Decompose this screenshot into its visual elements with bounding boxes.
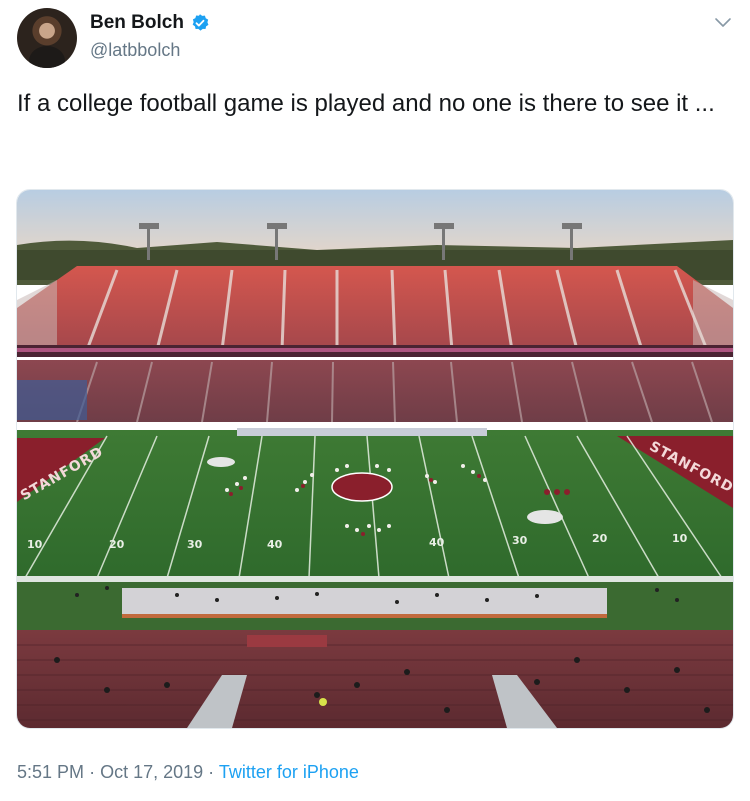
field-number: 10 [672,532,688,545]
tweet-photo[interactable]: 10 20 30 40 40 30 20 10 STANFORD STANFOR… [16,189,734,729]
tweet-source-link[interactable]: Twitter for iPhone [219,762,359,782]
meta-separator: · [208,762,215,782]
stadium-photo-illustration: 10 20 30 40 40 30 20 10 STANFORD STANFOR… [17,190,733,728]
avatar[interactable] [17,8,77,68]
author-handle[interactable]: @latbbolch [90,40,180,61]
chevron-down-icon[interactable] [713,12,733,32]
meta-separator: · [89,762,96,782]
field-number: 20 [592,532,608,545]
field-number: 10 [27,538,43,551]
tweet-text: If a college football game is played and… [17,90,715,117]
author-name-row[interactable]: Ben Bolch [90,12,210,34]
field-number: 30 [187,538,203,551]
author-display-name[interactable]: Ben Bolch [90,12,184,34]
field-number: 40 [429,536,445,549]
field-number: 20 [109,538,125,551]
field-number: 40 [267,538,283,551]
tweet-time[interactable]: 5:51 PM [17,762,84,782]
verified-badge-icon [192,14,209,31]
tweet-meta: 5:51 PM · Oct 17, 2019 · Twitter for iPh… [17,762,359,783]
field-number: 30 [512,534,528,547]
tweet-date[interactable]: Oct 17, 2019 [100,762,203,782]
